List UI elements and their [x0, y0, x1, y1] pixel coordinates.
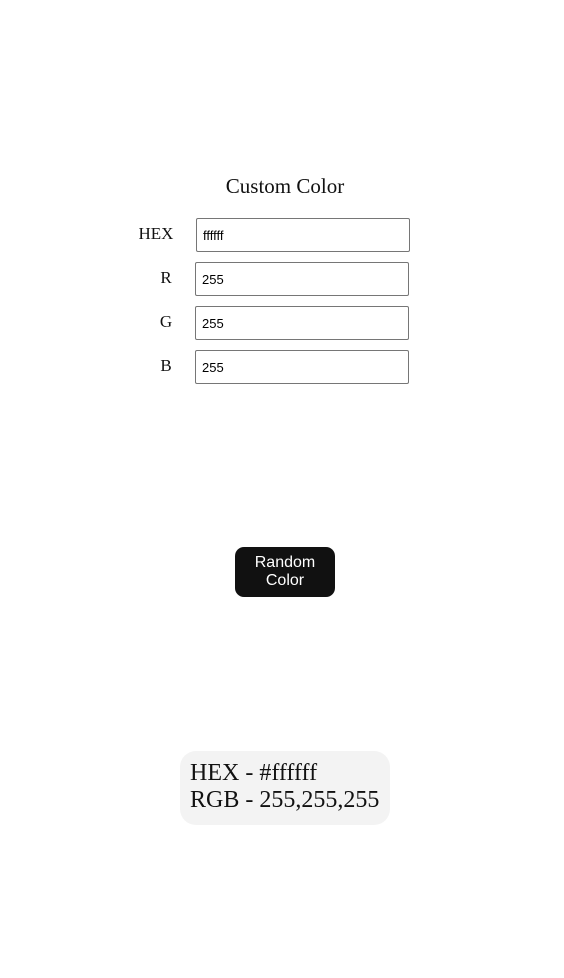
g-label: G [159, 312, 173, 331]
result-hex-text: HEX - #ffffff [190, 760, 318, 786]
hex-label: HEX [138, 224, 174, 243]
result-rgb-text: RGB - 255,255,255 [190, 787, 380, 813]
random-color-button[interactable]: Random Color [235, 547, 335, 597]
r-input[interactable] [195, 262, 409, 296]
b-label: B [160, 356, 172, 375]
hex-input[interactable] [196, 218, 410, 252]
custom-color-title: Custom Color [225, 174, 345, 198]
b-input[interactable] [195, 350, 409, 384]
g-input[interactable] [195, 306, 409, 340]
color-result-box: HEX - #ffffff RGB - 255,255,255 [180, 751, 390, 825]
r-label: R [160, 268, 172, 287]
